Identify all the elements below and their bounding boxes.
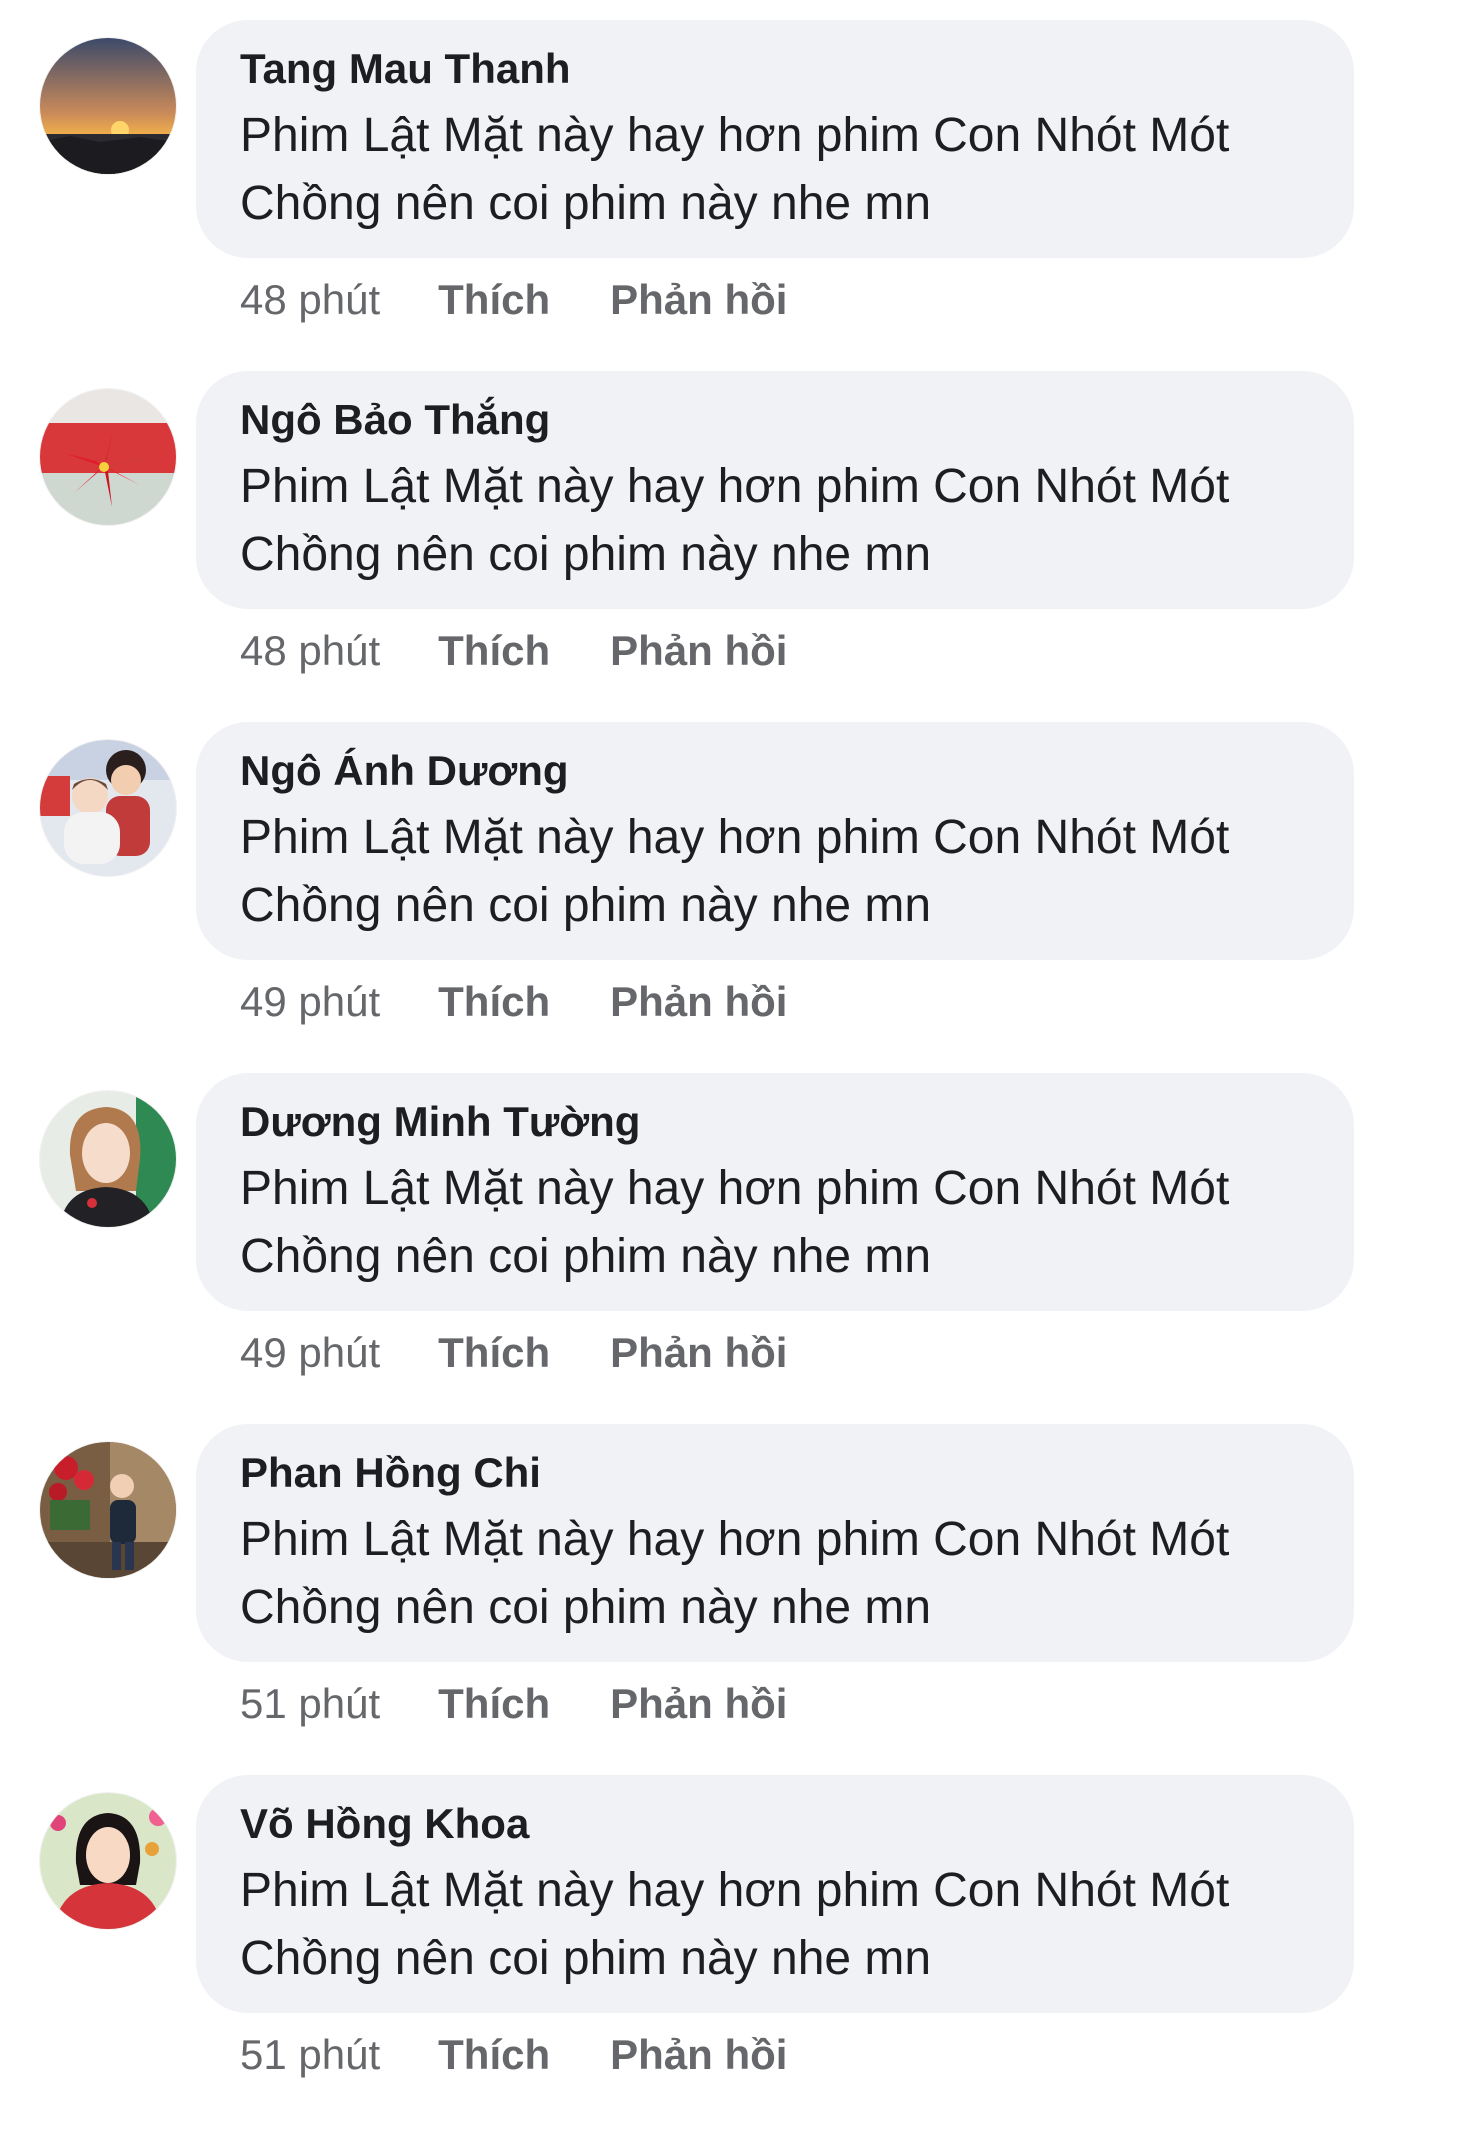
comment-list: Tang Mau Thanh Phim Lật Mặt này hay hơn … bbox=[0, 0, 1460, 2134]
comment-bubble: Dương Minh Tường Phim Lật Mặt này hay hơ… bbox=[196, 1073, 1354, 1311]
comment-timestamp[interactable]: 49 phút bbox=[240, 972, 380, 1032]
comment-author[interactable]: Ngô Bảo Thắng bbox=[240, 395, 1312, 445]
comment-text-line: Phim Lật Mặt này hay hơn phim Con Nhót M… bbox=[240, 1513, 1230, 1566]
comment-text-line: Chồng nên coi phim này nhe mn bbox=[240, 177, 932, 230]
comment-text-line: Phim Lật Mặt này hay hơn phim Con Nhót M… bbox=[240, 460, 1230, 513]
comment-timestamp[interactable]: 51 phút bbox=[240, 1674, 380, 1734]
comment-meta: 48 phút Thích Phản hồi bbox=[240, 621, 787, 681]
comment-text-line: Chồng nên coi phim này nhe mn bbox=[240, 1230, 932, 1283]
comment-text-line: Chồng nên coi phim này nhe mn bbox=[240, 1581, 932, 1634]
comment-author[interactable]: Phan Hồng Chi bbox=[240, 1448, 1312, 1498]
reply-button[interactable]: Phản hồi bbox=[610, 270, 787, 330]
comment-timestamp[interactable]: 48 phút bbox=[240, 621, 380, 681]
children-avatar-image bbox=[40, 740, 176, 876]
poinsettia-avatar-image bbox=[40, 389, 176, 525]
comment-item: Tang Mau Thanh Phim Lật Mặt này hay hơn … bbox=[0, 20, 1460, 360]
avatar[interactable] bbox=[40, 740, 176, 876]
comment-text-line: Chồng nên coi phim này nhe mn bbox=[240, 1932, 932, 1985]
comment-text: Phim Lật Mặt này hay hơn phim Con Nhót M… bbox=[240, 804, 1312, 940]
comment-bubble: Ngô Bảo Thắng Phim Lật Mặt này hay hơn p… bbox=[196, 371, 1354, 609]
comment-bubble: Tang Mau Thanh Phim Lật Mặt này hay hơn … bbox=[196, 20, 1354, 258]
comment-timestamp[interactable]: 49 phút bbox=[240, 1323, 380, 1383]
comment-text-line: Chồng nên coi phim này nhe mn bbox=[240, 879, 932, 932]
woman-red-avatar-image bbox=[40, 1793, 176, 1929]
comment-meta: 48 phút Thích Phản hồi bbox=[240, 270, 787, 330]
reply-button[interactable]: Phản hồi bbox=[610, 1323, 787, 1383]
avatar[interactable] bbox=[40, 1793, 176, 1929]
comment-timestamp[interactable]: 51 phút bbox=[240, 2025, 380, 2085]
comment-text-line: Chồng nên coi phim này nhe mn bbox=[240, 528, 932, 581]
comment-text: Phim Lật Mặt này hay hơn phim Con Nhót M… bbox=[240, 1155, 1312, 1291]
reply-button[interactable]: Phản hồi bbox=[610, 621, 787, 681]
comment-text-line: Phim Lật Mặt này hay hơn phim Con Nhót M… bbox=[240, 811, 1230, 864]
comment-text: Phim Lật Mặt này hay hơn phim Con Nhót M… bbox=[240, 453, 1312, 589]
comment-author[interactable]: Tang Mau Thanh bbox=[240, 44, 1312, 94]
comment-bubble: Võ Hồng Khoa Phim Lật Mặt này hay hơn ph… bbox=[196, 1775, 1354, 2013]
avatar[interactable] bbox=[40, 389, 176, 525]
comment-item: Dương Minh Tường Phim Lật Mặt này hay hơ… bbox=[0, 1073, 1460, 1413]
reply-button[interactable]: Phản hồi bbox=[610, 1674, 787, 1734]
comment-text: Phim Lật Mặt này hay hơn phim Con Nhót M… bbox=[240, 1857, 1312, 1993]
comment-meta: 49 phút Thích Phản hồi bbox=[240, 972, 787, 1032]
comment-bubble: Ngô Ánh Dương Phim Lật Mặt này hay hơn p… bbox=[196, 722, 1354, 960]
like-button[interactable]: Thích bbox=[438, 621, 550, 681]
comment-item: Võ Hồng Khoa Phim Lật Mặt này hay hơn ph… bbox=[0, 1775, 1460, 2115]
reply-button[interactable]: Phản hồi bbox=[610, 2025, 787, 2085]
comment-author[interactable]: Ngô Ánh Dương bbox=[240, 746, 1312, 796]
avatar[interactable] bbox=[40, 38, 176, 174]
comment-text: Phim Lật Mặt này hay hơn phim Con Nhót M… bbox=[240, 102, 1312, 238]
comment-meta: 49 phút Thích Phản hồi bbox=[240, 1323, 787, 1383]
comment-text-line: Phim Lật Mặt này hay hơn phim Con Nhót M… bbox=[240, 1162, 1230, 1215]
boy-flowers-avatar-image bbox=[40, 1442, 176, 1578]
comment-text: Phim Lật Mặt này hay hơn phim Con Nhót M… bbox=[240, 1506, 1312, 1642]
avatar[interactable] bbox=[40, 1442, 176, 1578]
like-button[interactable]: Thích bbox=[438, 1674, 550, 1734]
comment-text-line: Phim Lật Mặt này hay hơn phim Con Nhót M… bbox=[240, 109, 1230, 162]
comment-author[interactable]: Dương Minh Tường bbox=[240, 1097, 1312, 1147]
like-button[interactable]: Thích bbox=[438, 270, 550, 330]
comment-author[interactable]: Võ Hồng Khoa bbox=[240, 1799, 1312, 1849]
like-button[interactable]: Thích bbox=[438, 2025, 550, 2085]
comment-meta: 51 phút Thích Phản hồi bbox=[240, 2025, 787, 2085]
like-button[interactable]: Thích bbox=[438, 972, 550, 1032]
sunset-avatar-image bbox=[40, 38, 176, 174]
comment-timestamp[interactable]: 48 phút bbox=[240, 270, 380, 330]
woman-avatar-image bbox=[40, 1091, 176, 1227]
comment-item: Ngô Ánh Dương Phim Lật Mặt này hay hơn p… bbox=[0, 722, 1460, 1062]
like-button[interactable]: Thích bbox=[438, 1323, 550, 1383]
comment-item: Phan Hồng Chi Phim Lật Mặt này hay hơn p… bbox=[0, 1424, 1460, 1764]
comment-item: Ngô Bảo Thắng Phim Lật Mặt này hay hơn p… bbox=[0, 371, 1460, 711]
comment-bubble: Phan Hồng Chi Phim Lật Mặt này hay hơn p… bbox=[196, 1424, 1354, 1662]
reply-button[interactable]: Phản hồi bbox=[610, 972, 787, 1032]
comment-meta: 51 phút Thích Phản hồi bbox=[240, 1674, 787, 1734]
avatar[interactable] bbox=[40, 1091, 176, 1227]
comment-text-line: Phim Lật Mặt này hay hơn phim Con Nhót M… bbox=[240, 1864, 1230, 1917]
